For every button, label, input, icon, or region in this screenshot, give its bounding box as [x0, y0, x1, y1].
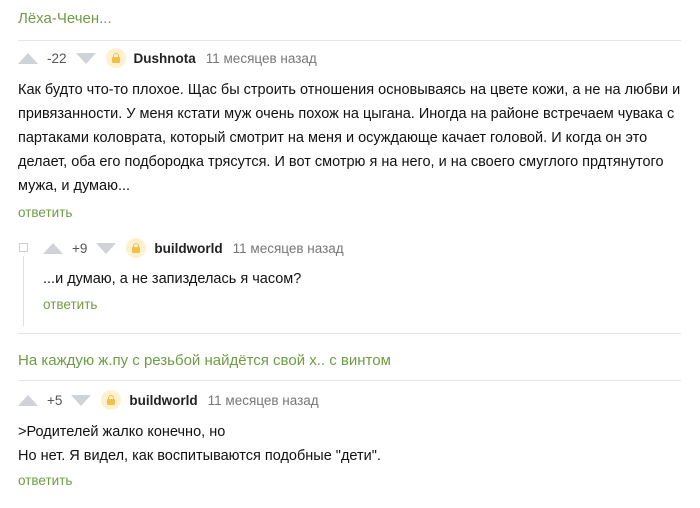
- timestamp[interactable]: 11 месяцев назад: [233, 241, 344, 256]
- upvote-icon[interactable]: [18, 52, 38, 64]
- username[interactable]: buildworld: [154, 241, 222, 256]
- downvote-icon[interactable]: [75, 52, 96, 64]
- upvote-icon[interactable]: [18, 394, 38, 406]
- avatar[interactable]: [126, 238, 147, 258]
- parent-comment-link[interactable]: Лёха-Чечен...: [18, 10, 112, 27]
- upvote-icon[interactable]: [43, 242, 63, 254]
- reply-meta: +9 buildworld 11 месяцев назад: [43, 238, 344, 258]
- reply-button[interactable]: ответить: [18, 473, 72, 488]
- comment-meta: -22 Dushnota 11 месяцев назад: [18, 48, 317, 68]
- reply-button[interactable]: ответить: [18, 205, 72, 220]
- downvote-icon[interactable]: [71, 394, 92, 406]
- comment-line: Но нет. Я видел, как воспитываются подоб…: [18, 448, 381, 464]
- comment-body: Как будто что-то плохое. Щас бы строить …: [18, 78, 688, 198]
- avatar[interactable]: [101, 390, 122, 410]
- comment-line: делает, оба его подбородка трясутся. И в…: [18, 154, 664, 170]
- comment-score: -22: [47, 50, 67, 66]
- parent-comment-link[interactable]: На каждую ж.пу с резьбой найдётся свой х…: [18, 352, 391, 369]
- comment-meta: +5 buildworld 11 месяцев назад: [18, 390, 319, 410]
- reply-body: ...и думаю, а не запизделась я часом?: [43, 271, 302, 287]
- collapse-toggle[interactable]: [19, 243, 28, 252]
- divider: [18, 333, 681, 334]
- comment-score: +5: [47, 392, 63, 408]
- comment-line: привязанности. У меня кстати муж очень п…: [18, 106, 675, 122]
- thread-line[interactable]: [23, 256, 24, 326]
- username[interactable]: buildworld: [129, 393, 197, 408]
- timestamp[interactable]: 11 месяцев назад: [208, 393, 319, 408]
- reply-score: +9: [72, 240, 88, 256]
- divider: [18, 380, 681, 381]
- comment-body: >Родителей жалко конечно, но Но нет. Я в…: [18, 420, 688, 468]
- comment-line: мужа, и думаю...: [18, 178, 131, 194]
- comment-line: партаками коловрата, который смотрит на …: [18, 130, 648, 146]
- comment-line: Как будто что-то плохое. Щас бы строить …: [18, 82, 681, 98]
- avatar[interactable]: [105, 48, 126, 68]
- comment-line: >Родителей жалко конечно, но: [18, 424, 226, 440]
- reply-button[interactable]: ответить: [43, 297, 97, 312]
- username[interactable]: Dushnota: [134, 51, 196, 66]
- divider: [18, 40, 681, 41]
- timestamp[interactable]: 11 месяцев назад: [206, 51, 317, 66]
- downvote-icon[interactable]: [96, 242, 117, 254]
